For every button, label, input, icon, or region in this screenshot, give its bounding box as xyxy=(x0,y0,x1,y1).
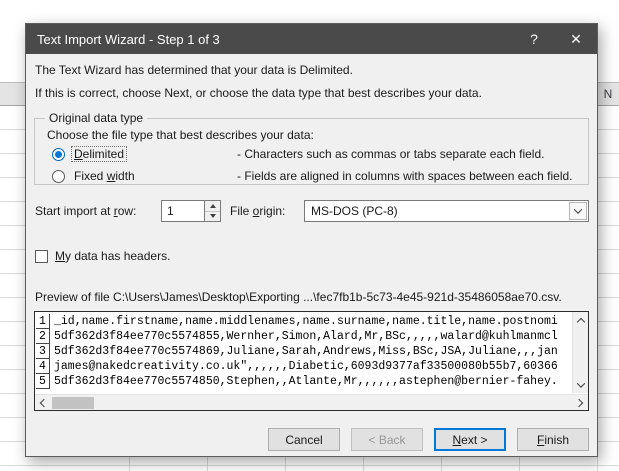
file-preview-box: 1 _id,name.firstname,name.middlenames,nam… xyxy=(34,311,589,411)
intro-line-2: If this is correct, choose Next, or choo… xyxy=(35,86,482,100)
spinner-buttons xyxy=(204,201,220,221)
preview-vertical-scrollbar[interactable] xyxy=(572,312,588,393)
import-settings-row: Start import at row: 1 File origin: MS-D… xyxy=(26,200,597,222)
scroll-right-icon[interactable] xyxy=(572,395,588,411)
preview-row: 5 5df362d3f84ee770c5574850,Stephen,,Atlan… xyxy=(36,374,571,389)
screen: N Text Import Wizard - Step 1 of 3 ? ✕ T… xyxy=(0,0,619,471)
headers-checkbox-label[interactable]: My data has headers. xyxy=(55,249,170,263)
scroll-down-icon[interactable] xyxy=(573,377,588,393)
start-row-value[interactable]: 1 xyxy=(162,201,204,221)
finish-button[interactable]: Finish xyxy=(517,428,589,451)
dialog-titlebar[interactable]: Text Import Wizard - Step 1 of 3 ? ✕ xyxy=(26,24,597,54)
horizontal-scroll-thumb[interactable] xyxy=(52,397,94,409)
preview-file-label: Preview of file C:\Users\James\Desktop\E… xyxy=(35,290,562,304)
dialog-title: Text Import Wizard - Step 1 of 3 xyxy=(37,31,220,47)
preview-row: 1 _id,name.firstname,name.middlenames,nam… xyxy=(36,314,571,329)
preview-row: 4 james@nakedcreativity.co.uk",,,,,,Diabe… xyxy=(36,359,571,374)
headers-checkbox-row: My data has headers. xyxy=(35,248,170,264)
delimited-radio[interactable] xyxy=(52,147,65,161)
fixed-width-description: - Fields are aligned in columns with spa… xyxy=(237,169,573,183)
sheet-column-header-n[interactable]: N xyxy=(597,82,619,106)
help-button[interactable]: ? xyxy=(513,24,555,54)
chevron-down-icon[interactable] xyxy=(569,202,587,220)
original-data-type-group: Original data type Choose the file type … xyxy=(34,111,589,185)
dialog-body: The Text Wizard has determined that your… xyxy=(26,54,597,456)
preview-rows: 1 _id,name.firstname,name.middlenames,nam… xyxy=(36,314,571,393)
preview-row: 2 5df362d3f84ee770c5574855,Wernher,Simon,… xyxy=(36,329,571,344)
intro-line-1: The Text Wizard has determined that your… xyxy=(35,63,353,77)
file-origin-label: File origin: xyxy=(230,204,286,218)
fixed-width-radio-label[interactable]: Fixed width xyxy=(72,169,137,183)
start-row-spinner[interactable]: 1 xyxy=(161,200,221,222)
fixed-width-radio[interactable] xyxy=(52,169,65,183)
next-button[interactable]: Next > xyxy=(434,428,506,451)
delimited-radio-label[interactable]: Delimited xyxy=(70,146,128,162)
cancel-button[interactable]: Cancel xyxy=(268,428,340,451)
scroll-up-icon[interactable] xyxy=(573,312,588,328)
preview-horizontal-scrollbar[interactable] xyxy=(35,394,588,410)
spinner-down-icon[interactable] xyxy=(205,212,220,222)
scroll-left-icon[interactable] xyxy=(35,395,51,411)
back-button: < Back xyxy=(351,428,423,451)
text-import-wizard-dialog: Text Import Wizard - Step 1 of 3 ? ✕ The… xyxy=(25,23,598,457)
spinner-up-icon[interactable] xyxy=(205,201,220,212)
close-button[interactable]: ✕ xyxy=(555,24,597,54)
file-origin-dropdown[interactable]: MS-DOS (PC-8) xyxy=(304,200,589,222)
fixed-width-option-row: Fixed width - Fields are aligned in colu… xyxy=(52,168,584,184)
my-data-has-headers-checkbox[interactable] xyxy=(35,249,48,263)
start-import-row-label: Start import at row: xyxy=(35,204,137,218)
file-type-prompt: Choose the file type that best describes… xyxy=(47,128,314,142)
preview-row: 3 5df362d3f84ee770c5574869,Juliane,Sarah,… xyxy=(36,344,571,359)
delimited-description: - Characters such as commas or tabs sepa… xyxy=(237,147,545,161)
dialog-button-row: Cancel < Back Next > Finish xyxy=(268,428,589,451)
file-origin-value: MS-DOS (PC-8) xyxy=(311,204,398,218)
group-legend: Original data type xyxy=(45,111,148,125)
delimited-option-row: Delimited - Characters such as commas or… xyxy=(52,146,584,162)
